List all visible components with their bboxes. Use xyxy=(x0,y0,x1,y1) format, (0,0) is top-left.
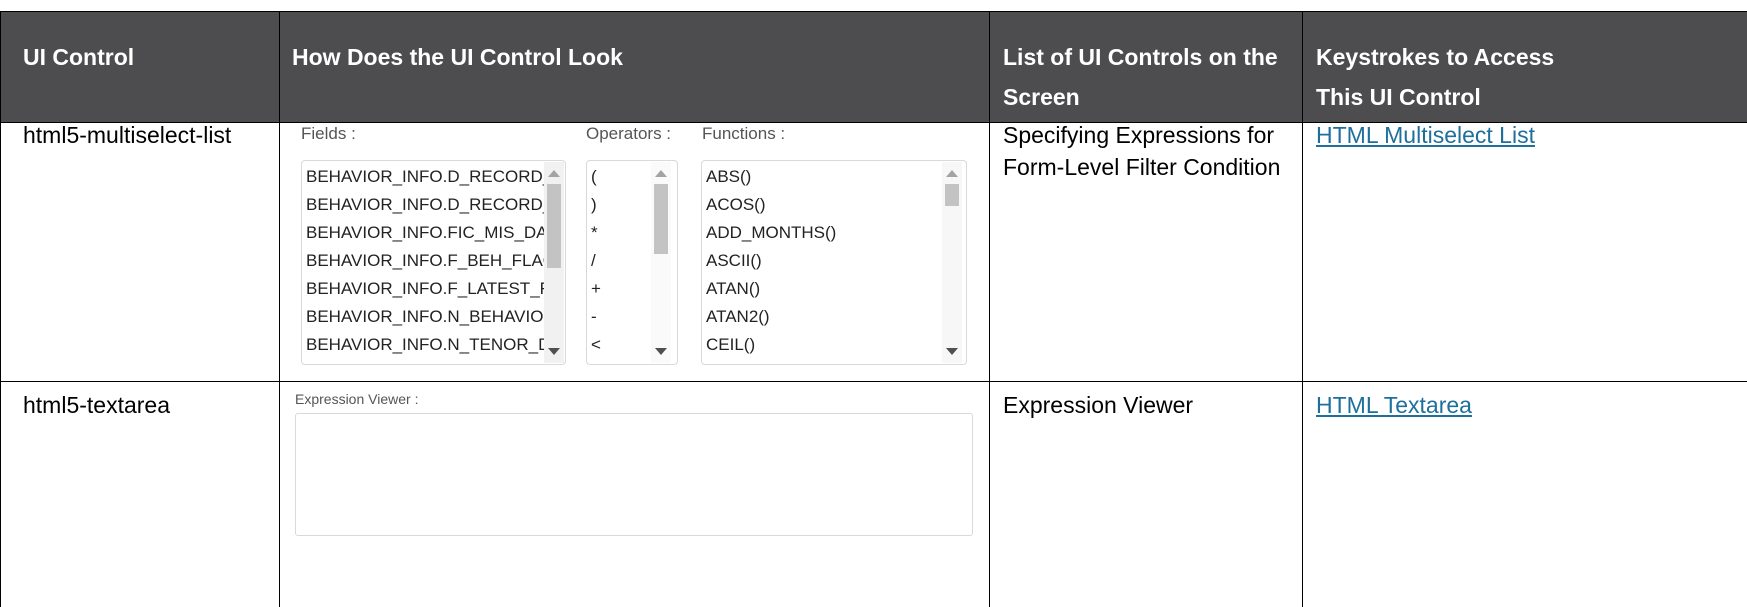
operators-scrollbar[interactable] xyxy=(651,162,671,363)
scroll-up-icon[interactable] xyxy=(548,170,560,177)
table-top-border xyxy=(0,11,1747,12)
scroll-up-icon[interactable] xyxy=(655,170,667,177)
row-divider-1 xyxy=(0,381,1747,382)
header-list-of-controls-line2: Screen xyxy=(1003,84,1080,110)
operator-option[interactable]: > xyxy=(591,359,651,364)
header-list-of-controls-line1: List of UI Controls on the xyxy=(1003,44,1278,70)
operator-option[interactable]: + xyxy=(591,275,651,303)
field-option[interactable]: BEHAVIOR_INFO.F_LATEST_REC xyxy=(306,275,544,303)
function-option[interactable]: ATAN() xyxy=(706,275,936,303)
fields-scrollbar[interactable] xyxy=(544,162,564,363)
functions-listbox[interactable]: ABS() ACOS() ADD_MONTHS() ASCII() ATAN() ATAN… xyxy=(701,160,967,365)
operator-option[interactable]: / xyxy=(591,247,651,275)
function-option[interactable]: ASCII() xyxy=(706,247,936,275)
scroll-down-icon[interactable] xyxy=(655,348,667,355)
header-list-of-controls: List of UI Controls on the Screen xyxy=(1003,37,1278,117)
column-divider-2 xyxy=(989,11,990,607)
header-keystrokes-line2: This UI Control xyxy=(1316,84,1481,110)
function-option[interactable]: ACOS() xyxy=(706,191,936,219)
row1-control-name: html5-multiselect-list xyxy=(23,122,232,148)
header-ui-control: UI Control xyxy=(23,44,135,70)
html-multiselect-list-link[interactable]: HTML Multiselect List xyxy=(1316,119,1535,151)
field-option[interactable]: BEHAVIOR_INFO.N_BEHAVIOU xyxy=(306,303,544,331)
row2-screen-line1: Expression Viewer xyxy=(1003,392,1194,418)
operator-option[interactable]: - xyxy=(591,303,651,331)
table-left-border xyxy=(0,11,1,607)
scroll-down-icon[interactable] xyxy=(548,348,560,355)
row1-screen-list: Specifying Expressions for Form-Level Fi… xyxy=(1003,119,1280,183)
expression-viewer-textarea[interactable] xyxy=(295,413,973,536)
fields-label: Fields : xyxy=(301,124,356,143)
function-option[interactable]: ADD_MONTHS() xyxy=(706,219,936,247)
function-option[interactable]: ABS() xyxy=(706,163,936,191)
operators-listbox[interactable]: ()*/+-<> xyxy=(586,160,678,365)
operator-option[interactable]: ( xyxy=(591,163,651,191)
field-option[interactable]: BEHAVIOR_INFO.FIC_MIS_DATE xyxy=(306,219,544,247)
field-option[interactable]: BEHAVIOR_INFO.D_RECORD_ST xyxy=(306,191,544,219)
function-option[interactable]: ATAN2() xyxy=(706,303,936,331)
field-option[interactable]: BEHAVIOR_INFO.F_BEH_FLAG xyxy=(306,247,544,275)
row2-control-name: html5-textarea xyxy=(23,392,171,418)
column-divider-3 xyxy=(1302,11,1303,607)
scroll-thumb[interactable] xyxy=(654,184,668,254)
row2-screen-list: Expression Viewer xyxy=(1003,389,1193,421)
row1-screen-line1: Specifying Expressions for xyxy=(1003,122,1275,148)
header-keystrokes-line1: Keystrokes to Access xyxy=(1316,44,1555,70)
operators-list: ()*/+-<> xyxy=(591,163,651,364)
scroll-up-icon[interactable] xyxy=(946,170,958,177)
html-textarea-link[interactable]: HTML Textarea xyxy=(1316,389,1472,421)
operator-option[interactable]: * xyxy=(591,219,651,247)
header-keystrokes: Keystrokes to Access This UI Control xyxy=(1316,37,1554,117)
row1-screen-line2: Form-Level Filter Condition xyxy=(1003,154,1281,180)
function-option[interactable]: CHR() xyxy=(706,359,936,364)
operators-label: Operators : xyxy=(586,124,672,143)
operator-option[interactable]: < xyxy=(591,331,651,359)
header-how-does-it-look: How Does the UI Control Look xyxy=(292,44,623,70)
functions-list: ABS() ACOS() ADD_MONTHS() ASCII() ATAN() ATAN… xyxy=(706,163,936,364)
functions-scrollbar[interactable] xyxy=(942,162,962,363)
field-option[interactable]: BEHAVIOR_INFO.N_TENOR_DA xyxy=(306,331,544,359)
function-option[interactable]: CEIL() xyxy=(706,331,936,359)
ui-controls-table: UI Control How Does the UI Control Look … xyxy=(0,11,1747,607)
functions-label: Functions : xyxy=(702,124,786,143)
fields-list: BEHAVIOR_INFO.D_RECORD_EI BEHAVIOR_INFO.D… xyxy=(306,163,544,364)
column-divider-1 xyxy=(279,11,280,607)
scroll-down-icon[interactable] xyxy=(946,348,958,355)
field-option[interactable]: BEHAVIOR_INFO.V_BEHAVIOUI xyxy=(306,359,544,364)
expression-viewer-label: Expression Viewer : xyxy=(295,391,419,407)
fields-listbox[interactable]: BEHAVIOR_INFO.D_RECORD_EI BEHAVIOR_INFO.D… xyxy=(301,160,566,365)
scroll-thumb[interactable] xyxy=(945,184,959,206)
operator-option[interactable]: ) xyxy=(591,191,651,219)
scroll-thumb[interactable] xyxy=(547,184,561,268)
field-option[interactable]: BEHAVIOR_INFO.D_RECORD_EI xyxy=(306,163,544,191)
table-header-row: UI Control How Does the UI Control Look … xyxy=(0,11,1747,123)
